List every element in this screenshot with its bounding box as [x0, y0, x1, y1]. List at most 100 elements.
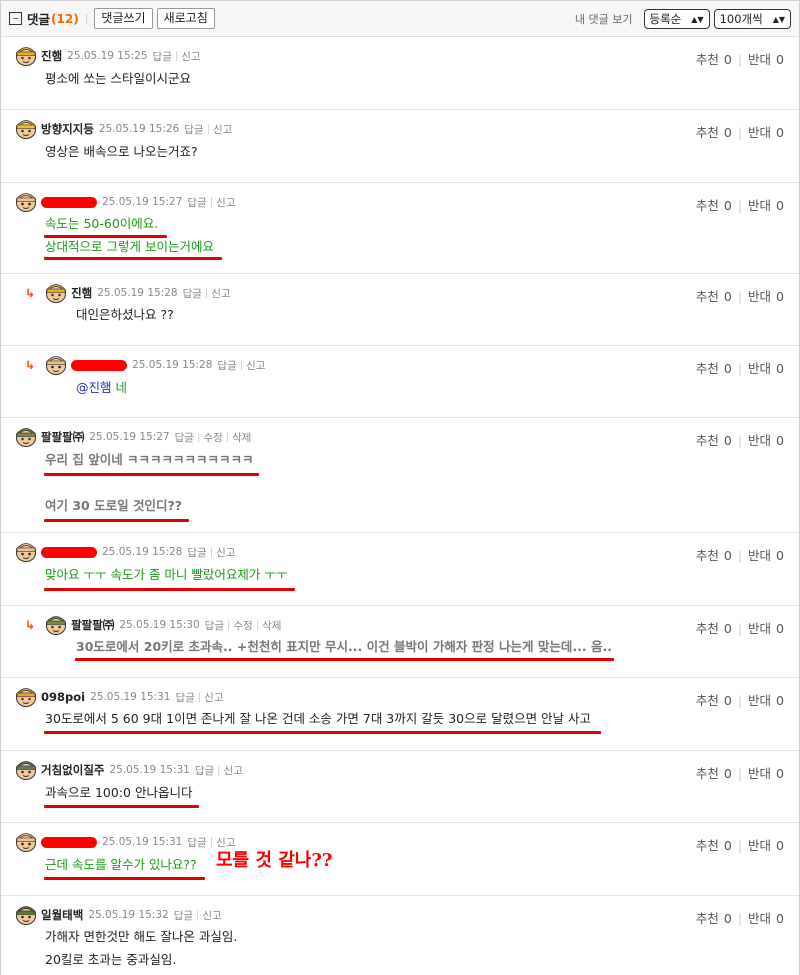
oppose-count: 0 — [776, 289, 784, 304]
reply-link[interactable]: 답글 — [183, 286, 202, 301]
reply-link[interactable]: 답글 — [205, 618, 224, 633]
author-nickname[interactable]: 거침없이질주 — [41, 762, 104, 778]
oppose-count: 0 — [776, 838, 784, 853]
oppose-label[interactable]: 반대 — [748, 125, 771, 140]
red-underline-mark — [44, 257, 222, 260]
avatar — [45, 283, 67, 303]
oppose-label[interactable]: 반대 — [748, 548, 771, 563]
mention-link[interactable]: @진햄 — [76, 380, 112, 395]
reply-link[interactable]: 답글 — [217, 358, 236, 373]
report-link[interactable]: 신고 — [246, 358, 265, 373]
avatar-icon — [16, 47, 36, 66]
author-nickname[interactable]: 일월태백 — [41, 907, 83, 923]
recommend-label[interactable]: 추천 — [696, 433, 719, 448]
recommend-label[interactable]: 추천 — [696, 911, 719, 926]
divider: | — [209, 546, 214, 558]
oppose-count: 0 — [776, 621, 784, 636]
vote-counts: 추천 0 | 반대 0 — [696, 49, 784, 68]
red-underline-mark — [44, 588, 295, 591]
recommend-label[interactable]: 추천 — [696, 838, 719, 853]
reply-link[interactable]: 답글 — [174, 908, 193, 923]
oppose-count: 0 — [776, 766, 784, 781]
reply-link[interactable]: 답글 — [187, 835, 206, 850]
oppose-count: 0 — [776, 52, 784, 67]
oppose-label[interactable]: 반대 — [748, 838, 771, 853]
recommend-label[interactable]: 추천 — [696, 52, 719, 67]
oppose-label[interactable]: 반대 — [748, 361, 771, 376]
reply-link[interactable]: 답글 — [187, 195, 206, 210]
report-link[interactable]: 신고 — [211, 286, 230, 301]
comment-meta: 팔팔팔㈜ 25.05.19 15:27 답글 | 수정 | 삭제 — [15, 427, 251, 447]
recommend-label[interactable]: 추천 — [696, 125, 719, 140]
report-link[interactable]: 신고 — [224, 763, 243, 778]
recommend-label[interactable]: 추천 — [696, 198, 719, 213]
recommend-label[interactable]: 추천 — [696, 621, 719, 636]
oppose-label[interactable]: 반대 — [748, 289, 771, 304]
oppose-label[interactable]: 반대 — [748, 766, 771, 781]
report-link[interactable]: 신고 — [213, 122, 232, 137]
sort-select[interactable]: 등록순 ▲▼ — [643, 9, 710, 29]
avatar — [15, 542, 37, 562]
oppose-count: 0 — [776, 361, 784, 376]
oppose-label[interactable]: 반대 — [748, 52, 771, 67]
divider: | — [209, 196, 214, 208]
vote-counts: 추천 0 | 반대 0 — [696, 763, 784, 782]
reply-link[interactable]: 답글 — [153, 49, 172, 64]
report-link[interactable]: 신고 — [216, 195, 235, 210]
oppose-label[interactable]: 반대 — [748, 693, 771, 708]
redacted-nickname — [41, 836, 97, 848]
divider: | — [227, 619, 231, 631]
avatar-icon — [16, 688, 36, 707]
comment-text: 맞아요 ㅜㅜ 속도가 좀 마니 빨랐어요제가 ㅜㅜ — [45, 567, 288, 582]
refresh-button[interactable]: 새로고침 — [156, 8, 215, 29]
comment-date: 25.05.19 15:28 — [97, 287, 178, 299]
recommend-label[interactable]: 추천 — [696, 361, 719, 376]
delete-link[interactable]: 삭제 — [262, 618, 281, 633]
oppose-label[interactable]: 반대 — [748, 433, 771, 448]
author-nickname[interactable]: 팔팔팔㈜ — [41, 429, 84, 445]
write-comment-button[interactable]: 댓글쓰기 — [94, 8, 153, 29]
oppose-label[interactable]: 반대 — [748, 911, 771, 926]
report-link[interactable]: 신고 — [216, 545, 235, 560]
oppose-label[interactable]: 반대 — [748, 621, 771, 636]
vote-counts: 추천 0 | 반대 0 — [696, 195, 784, 214]
avatar-icon — [46, 284, 67, 303]
oppose-label[interactable]: 반대 — [748, 198, 771, 213]
recommend-label[interactable]: 추천 — [696, 289, 719, 304]
reply-link[interactable]: 답글 — [187, 545, 206, 560]
recommend-label[interactable]: 추천 — [696, 693, 719, 708]
minus-box-icon[interactable]: − — [9, 12, 22, 25]
comment-text: 근데 속도를 알수가 있나요?? — [45, 857, 197, 872]
edit-link[interactable]: 수정 — [203, 430, 222, 445]
divider: | — [737, 548, 743, 563]
vote-counts: 추천 0 | 반대 0 — [696, 358, 784, 377]
author-nickname[interactable]: 진햄 — [41, 48, 62, 64]
author-nickname[interactable]: 098poi — [41, 690, 85, 704]
reply-link[interactable]: 답글 — [195, 763, 214, 778]
reply-link[interactable]: 답글 — [184, 122, 203, 137]
divider: | — [737, 766, 743, 781]
report-link[interactable]: 신고 — [202, 908, 221, 923]
edit-link[interactable]: 수정 — [233, 618, 252, 633]
reply-arrow-icon: ↳ — [25, 286, 36, 300]
avatar-icon — [46, 616, 67, 635]
reply-link[interactable]: 답글 — [175, 430, 194, 445]
author-nickname[interactable]: 팔팔팔㈜ — [71, 617, 114, 633]
oppose-count: 0 — [776, 198, 784, 213]
comment-meta: ↳ 진햄 25.05.19 15:28 답글 | 신고 — [25, 283, 231, 303]
avatar-icon — [16, 120, 36, 139]
divider: | — [737, 361, 743, 376]
page-size-select[interactable]: 100개씩 ▲▼ — [713, 9, 791, 29]
recommend-label[interactable]: 추천 — [696, 766, 719, 781]
recommend-count: 0 — [723, 766, 732, 781]
divider: | — [196, 909, 200, 921]
report-link[interactable]: 신고 — [181, 49, 200, 64]
comment-meta: 098poi 25.05.19 15:31 답글 | 신고 — [15, 687, 223, 707]
delete-link[interactable]: 삭제 — [232, 430, 251, 445]
author-nickname[interactable]: 진햄 — [71, 285, 92, 301]
author-nickname[interactable]: 방향지지등 — [41, 121, 94, 137]
recommend-label[interactable]: 추천 — [696, 548, 719, 563]
my-comments-link[interactable]: 내 댓글 보기 — [575, 11, 633, 27]
reply-link[interactable]: 답글 — [175, 690, 194, 705]
report-link[interactable]: 신고 — [204, 690, 223, 705]
